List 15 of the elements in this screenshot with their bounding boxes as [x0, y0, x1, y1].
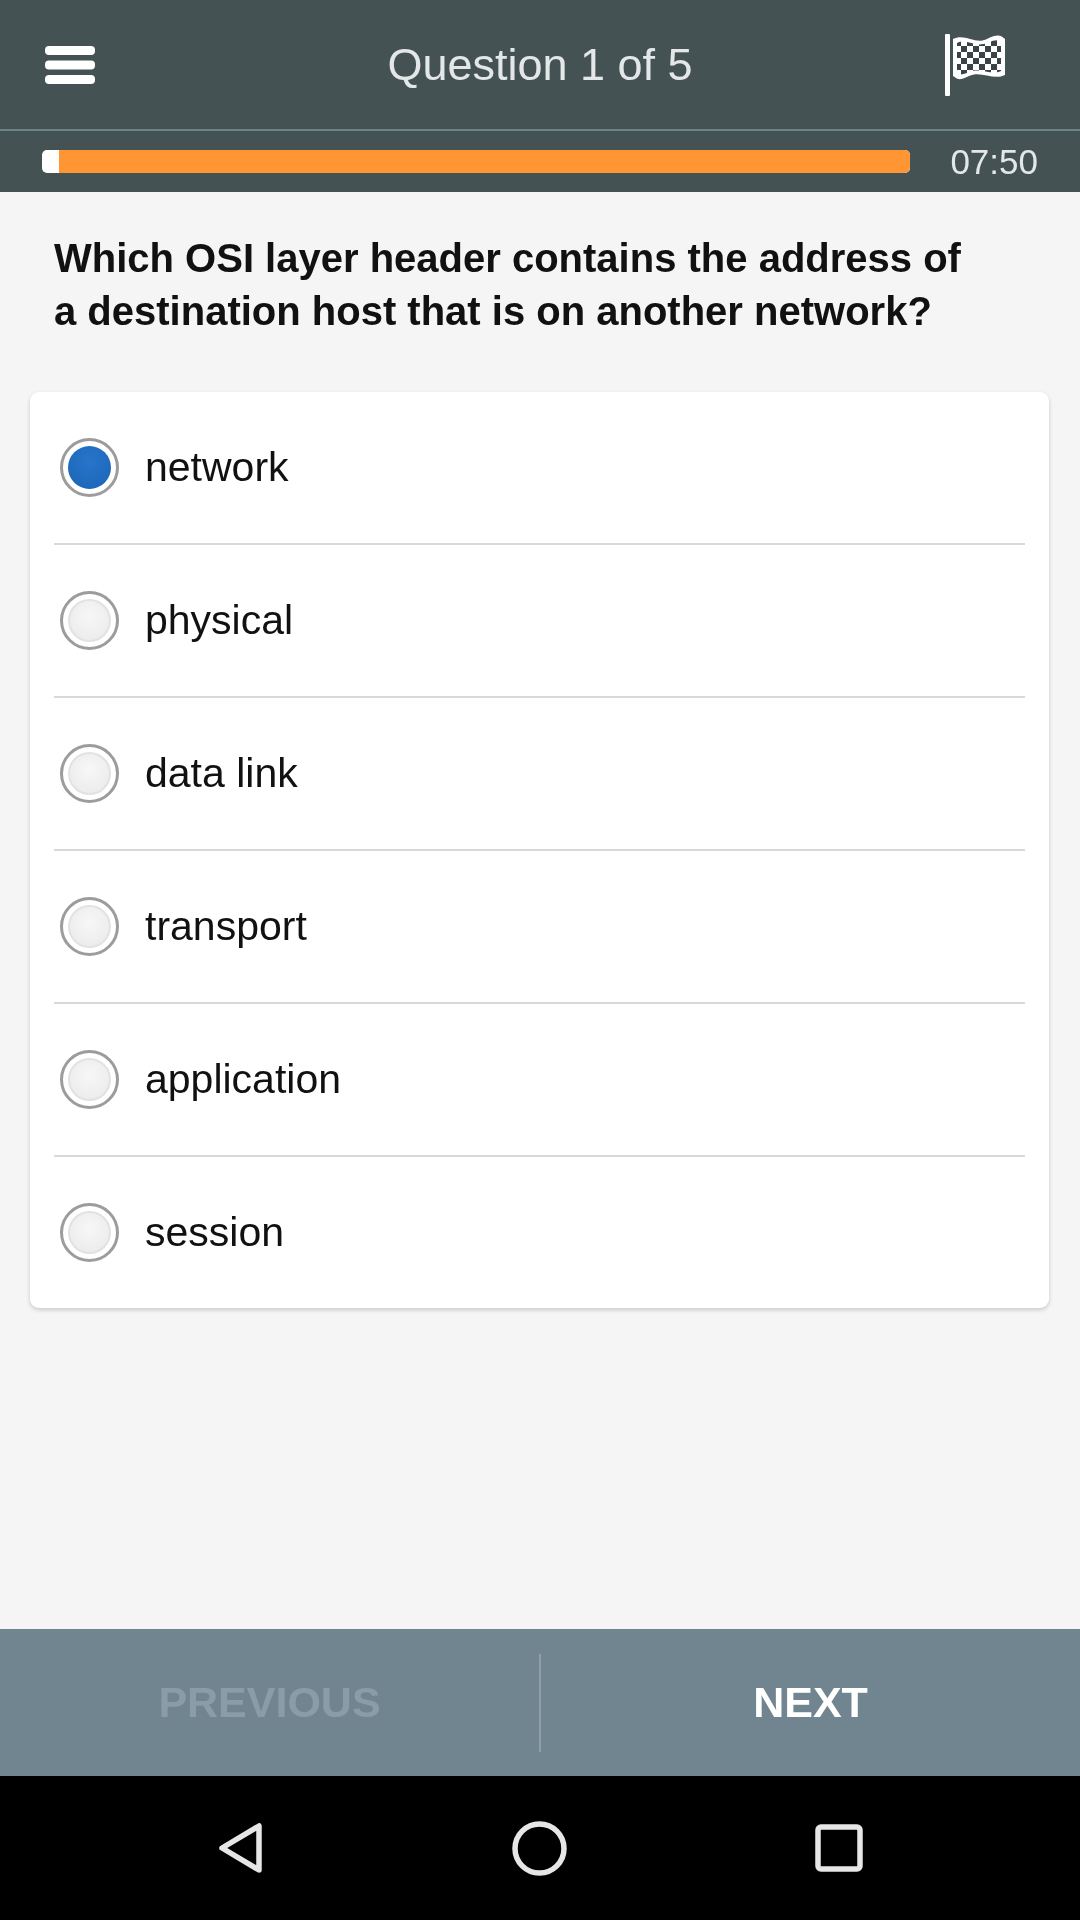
option-label: data link: [145, 750, 298, 797]
option-label: physical: [145, 597, 294, 644]
option-label: network: [145, 444, 289, 491]
option-label: transport: [145, 903, 307, 950]
back-icon[interactable]: [217, 1822, 264, 1874]
next-button[interactable]: NEXT: [541, 1629, 1080, 1776]
timer-reading: 07:50: [950, 141, 1038, 182]
option-label: application: [145, 1056, 342, 1103]
checkered-flag-icon[interactable]: [945, 33, 1005, 96]
home-icon[interactable]: [511, 1820, 567, 1876]
recents-icon[interactable]: [814, 1824, 863, 1872]
screen-title: Question 1 of 5: [387, 38, 693, 91]
menu-icon[interactable]: [45, 45, 95, 84]
option-label: session: [145, 1209, 284, 1256]
question-text: Which OSI layer header contains the address of a destination host that is on another network?: [54, 235, 962, 335]
